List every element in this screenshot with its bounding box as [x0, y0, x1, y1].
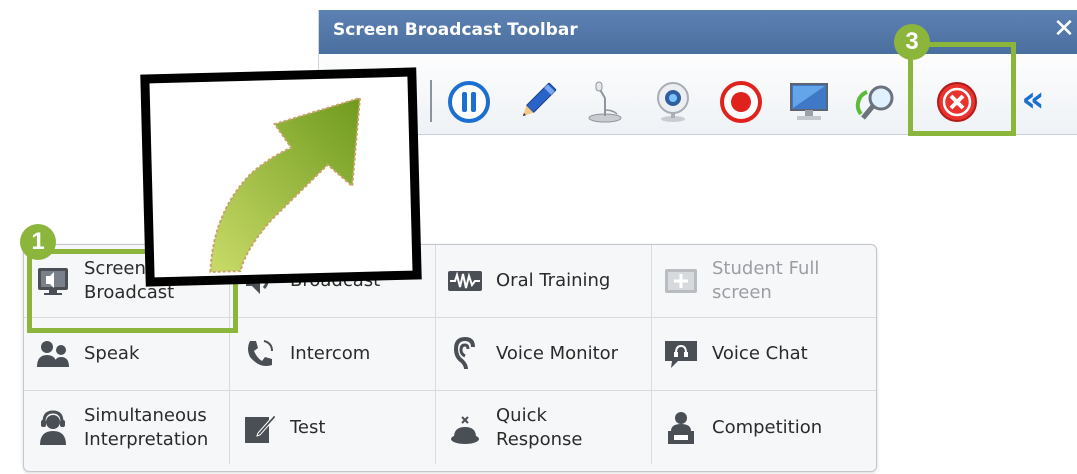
- test-item[interactable]: Test: [230, 391, 436, 464]
- pen-button[interactable]: [515, 80, 559, 124]
- intercom-item[interactable]: Intercom: [230, 318, 436, 391]
- phone-icon: [240, 335, 278, 373]
- simultaneous-interpretation-item[interactable]: Simultaneous Interpretation: [24, 391, 230, 464]
- voice-chat-item[interactable]: Voice Chat: [652, 318, 876, 391]
- double-chevron-left-icon[interactable]: «: [1011, 80, 1055, 124]
- buzzer-icon: [446, 409, 484, 447]
- pencil-icon: [522, 82, 557, 117]
- speak-label: Speak: [84, 343, 140, 364]
- microphone-icon: [588, 81, 622, 123]
- speak-icon: [34, 335, 72, 373]
- voice-monitor-label: Voice Monitor: [496, 343, 619, 364]
- student-full-screen-item[interactable]: Student Full screen: [652, 245, 876, 318]
- callout-3-badge: 3: [894, 24, 930, 60]
- webcam-button[interactable]: [651, 80, 695, 124]
- fullscreen-icon: [662, 262, 700, 300]
- oral-training-label: Oral Training: [496, 270, 611, 291]
- webcam-icon: [657, 82, 689, 122]
- competition-icon: [662, 409, 700, 447]
- voice-monitor-item[interactable]: Voice Monitor: [436, 318, 652, 391]
- quick-response-item[interactable]: Quick Response: [436, 391, 652, 464]
- microphone-button[interactable]: [583, 80, 627, 124]
- competition-label: Competition: [712, 416, 823, 438]
- monitor-icon: [790, 83, 828, 120]
- student-full-screen-label: Student Full screen: [712, 258, 820, 303]
- pause-button[interactable]: [447, 80, 491, 124]
- test-label: Test: [290, 416, 326, 438]
- chat-icon: [662, 335, 700, 373]
- test-icon: [240, 409, 278, 447]
- magnifier-icon: [855, 85, 894, 120]
- arrow-illustration: [149, 76, 413, 278]
- oral-training-item[interactable]: Oral Training: [436, 245, 652, 318]
- toolbar-title: Screen Broadcast Toolbar: [333, 20, 578, 40]
- record-icon: [720, 81, 762, 123]
- pause-icon: [448, 81, 490, 123]
- zoom-button[interactable]: [855, 80, 899, 124]
- callout-3-highlight: [908, 42, 1016, 136]
- callout-1-badge: 1: [20, 224, 56, 260]
- voice-chat-label: Voice Chat: [712, 343, 808, 364]
- waveform-icon: [446, 262, 484, 300]
- quick-response-label: Quick Response: [496, 404, 583, 450]
- simultaneous-interpretation-label: Simultaneous Interpretation: [84, 404, 209, 450]
- record-button[interactable]: [719, 80, 763, 124]
- toolbar-separator: [430, 80, 432, 122]
- intercom-label: Intercom: [290, 343, 371, 364]
- ear-icon: [446, 335, 484, 373]
- green-arrow-icon: [209, 96, 362, 273]
- interpreter-icon: [34, 409, 72, 447]
- monitor-button[interactable]: [787, 80, 831, 124]
- close-icon[interactable]: ✕: [1052, 14, 1076, 44]
- competition-item[interactable]: Competition: [652, 391, 876, 464]
